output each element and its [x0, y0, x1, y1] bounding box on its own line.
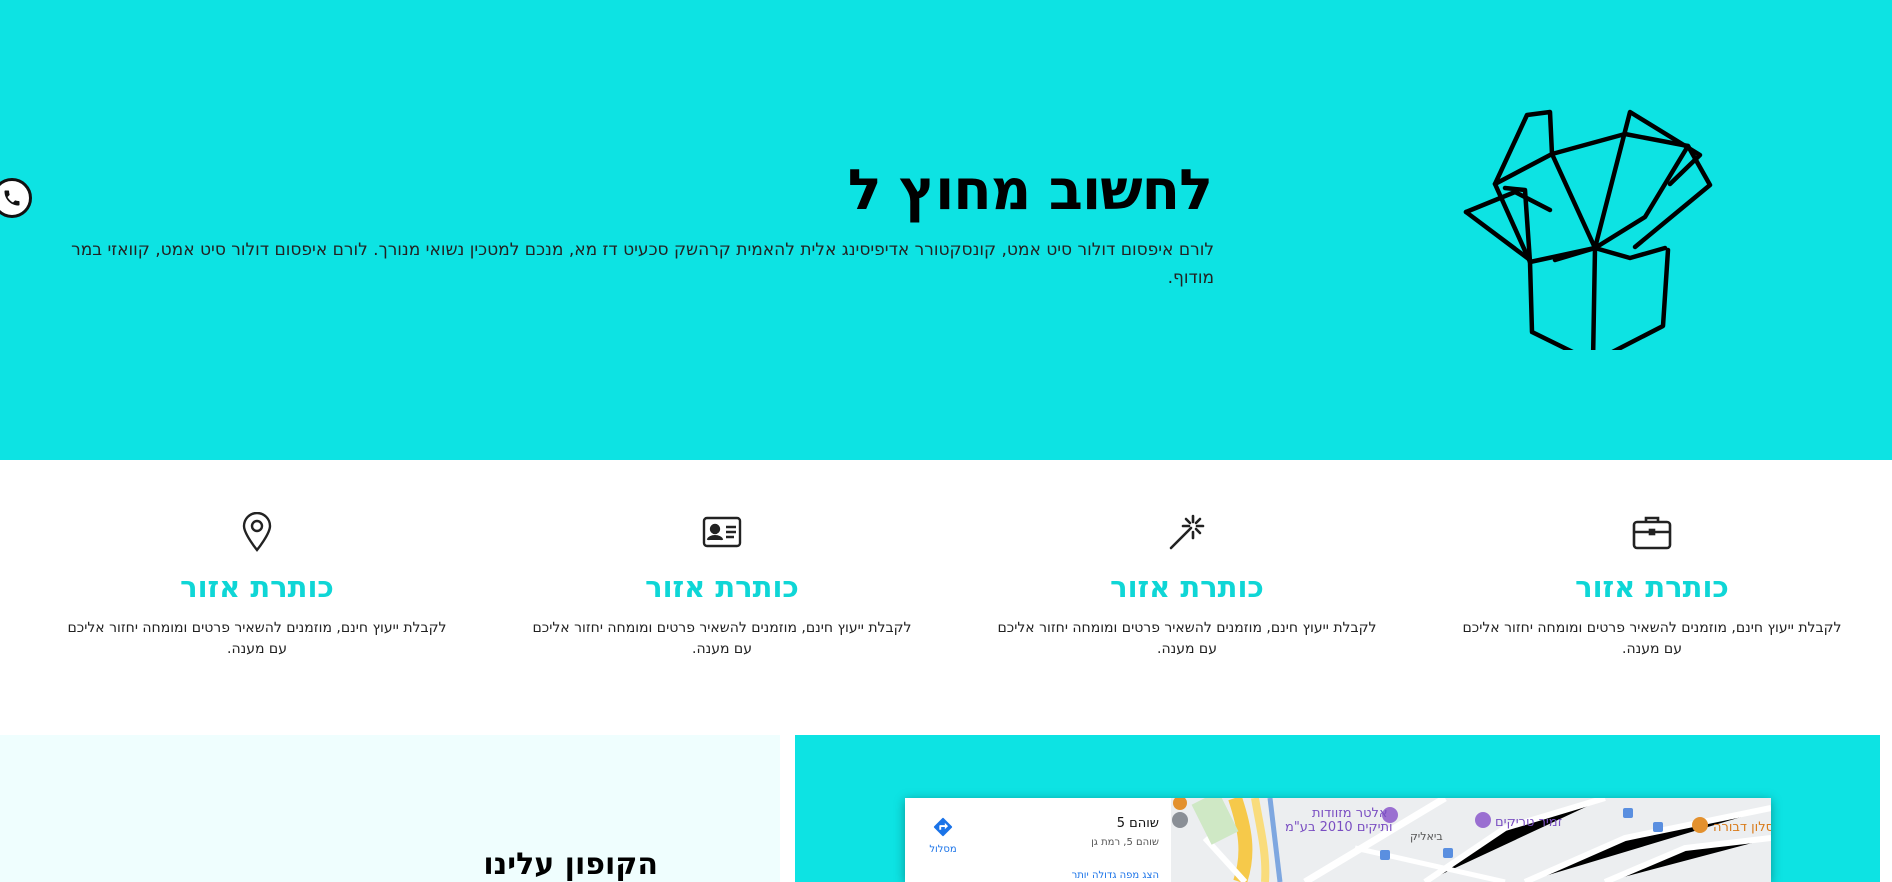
magic-wand-icon [987, 510, 1387, 554]
map-label: זמיר טריקים [1495, 815, 1563, 830]
larger-map-link[interactable]: הצג מפה גדולה יותר [1072, 870, 1159, 881]
features-section: כותרת אזור לקבלת ייעוץ חינם, מוזמנים להש… [0, 460, 1892, 735]
phone-icon [4, 190, 20, 206]
map-place-card: שוהם 5 שוהם 5, רמת גן הצג מפה גדולה יותר… [905, 798, 1171, 882]
map-street-label: ביאליק [1410, 830, 1443, 843]
route-label: מסלול [929, 844, 957, 855]
map-label: ותיקים 2010 בע"מ [1285, 820, 1393, 835]
feature-text: לקבלת ייעוץ חינם, מוזמנים להשאיר פרטים ו… [67, 620, 447, 657]
coupon-section: הקופון עלינו [0, 735, 780, 882]
feature-item: כותרת אזור לקבלת ייעוץ חינם, מוזמנים להש… [522, 510, 922, 660]
feature-text: לקבלת ייעוץ חינם, מוזמנים להשאיר פרטים ו… [1462, 620, 1842, 657]
map-address: שוהם 5, רמת גן [1091, 837, 1159, 848]
feature-title: כותרת אזור [180, 570, 334, 604]
embedded-map[interactable]: אלטר מזוודות ותיקים 2010 בע"מ זמיר טריקי… [905, 798, 1771, 882]
feature-item: כותרת אזור לקבלת ייעוץ חינם, מוזמנים להש… [1452, 510, 1852, 660]
map-pin-icon [57, 510, 457, 554]
map-place-name: שוהם 5 [1116, 816, 1159, 831]
feature-title: כותרת אזור [645, 570, 799, 604]
feature-item: כותרת אזור לקבלת ייעוץ חינם, מוזמנים להש… [987, 510, 1387, 660]
hero-title: לחשוב מחוץ ל [847, 158, 1213, 223]
feature-text: לקבלת ייעוץ חינם, מוזמנים להשאיר פרטים ו… [532, 620, 912, 657]
hero-section: לחשוב מחוץ ל לורם איפסום דולור סיט אמט, … [0, 0, 1892, 460]
feature-title: כותרת אזור [1110, 570, 1264, 604]
feature-item: כותרת אזור לקבלת ייעוץ חינם, מוזמנים להש… [57, 510, 457, 660]
route-button[interactable]: מסלול [923, 816, 963, 855]
map-label: סלון דבורה [1713, 820, 1771, 835]
briefcase-icon [1452, 510, 1852, 554]
hero-description: לורם איפסום דולור סיט אמט, קונסקטורר אדי… [71, 240, 1214, 288]
map-label: אלטר מזוודות [1312, 806, 1388, 821]
open-box-illustration [1463, 109, 1713, 350]
feature-title: כותרת אזור [1575, 570, 1729, 604]
id-card-icon [522, 510, 922, 554]
feature-text: לקבלת ייעוץ חינם, מוזמנים להשאיר פרטים ו… [997, 620, 1377, 657]
whatsapp-button[interactable] [0, 178, 32, 218]
coupon-title: הקופון עלינו [483, 847, 658, 882]
directions-icon [933, 817, 953, 837]
